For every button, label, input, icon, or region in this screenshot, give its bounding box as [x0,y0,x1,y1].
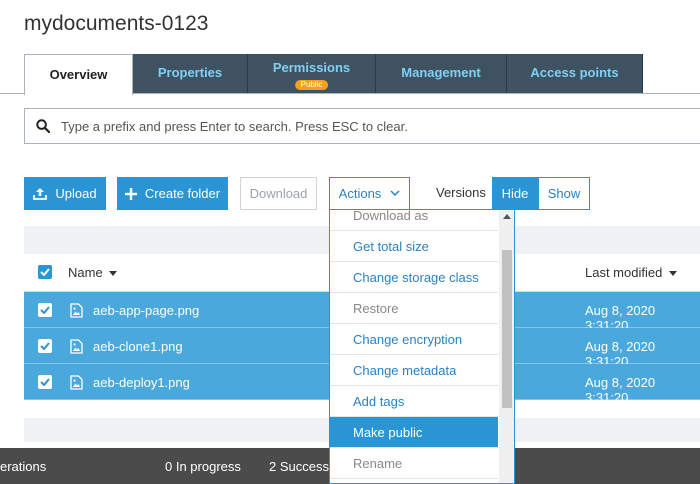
menu-item-add-tags[interactable]: Add tags [330,386,498,417]
tabs-divider [133,93,700,94]
row-checkbox[interactable] [38,375,52,389]
download-label: Download [249,186,308,201]
actions-label: Actions [338,186,382,201]
last-modified-label: Last modified [585,265,663,280]
tab-permissions[interactable]: Permissions Public [248,54,376,93]
menu-item-change-encryption[interactable]: Change encryption [330,324,498,355]
name-column-header[interactable]: Name [68,265,118,280]
file-name[interactable]: aeb-app-page.png [93,303,199,318]
sort-down-icon [668,271,677,277]
row-checkbox[interactable] [38,303,52,317]
search-input[interactable] [61,118,661,134]
success-count[interactable]: 2 Success [269,459,329,474]
file-name[interactable]: aeb-clone1.png [93,339,183,354]
page-title: mydocuments-0123 [24,12,209,35]
tab-properties[interactable]: Properties [133,54,248,93]
menu-item-download-as[interactable]: Download as [330,210,498,231]
menu-item-get-total-size[interactable]: Get total size [330,231,498,262]
chevron-down-icon [390,190,400,197]
tab-access-points-label: Access points [530,65,619,80]
menu-scrollbar[interactable] [499,210,514,483]
upload-icon [33,187,48,200]
select-all-checkbox[interactable] [38,265,52,279]
in-progress-count[interactable]: 0 In progress [165,459,241,474]
menu-item-change-metadata[interactable]: Change metadata [330,355,498,386]
scroll-up-arrow-icon[interactable] [503,214,511,219]
image-file-icon [70,339,83,357]
actions-dropdown-button[interactable]: Actions [329,177,410,210]
menu-item-change-storage-class[interactable]: Change storage class [330,262,498,293]
upload-button[interactable]: Upload [24,177,106,210]
operations-label[interactable]: erations [0,459,46,474]
tab-properties-label: Properties [157,65,223,80]
tab-management-label: Management [401,65,481,80]
menu-item-restore[interactable]: Restore [330,293,498,324]
tab-permissions-label: Permissions [272,60,351,75]
tab-overview-label: Overview [49,66,108,82]
sort-down-icon [109,271,118,277]
versions-show-toggle[interactable]: Show [538,177,590,210]
file-name[interactable]: aeb-deploy1.png [93,375,190,390]
last-modified-column-header[interactable]: Last modified [585,265,677,280]
show-label: Show [547,186,581,201]
actions-menu: Download as Get total size Change storag… [329,209,515,484]
versions-hide-toggle[interactable]: Hide [492,177,538,210]
name-column-label: Name [68,265,103,280]
row-checkbox[interactable] [38,339,52,353]
create-folder-button[interactable]: Create folder [117,177,228,210]
menu-item-make-public[interactable]: Make public [330,417,498,448]
plus-icon [124,187,137,200]
versions-label: Versions [436,185,486,200]
download-button[interactable]: Download [240,177,317,210]
image-file-icon [70,303,83,321]
tab-access-points[interactable]: Access points [507,54,643,93]
search-bar [24,108,700,144]
search-icon [25,119,61,133]
hide-label: Hide [501,186,529,201]
upload-label: Upload [55,186,97,201]
public-badge: Public [294,80,329,90]
file-modified: Aug 8, 2020 3:31:20 [585,375,656,405]
tab-management[interactable]: Management [376,54,507,93]
scrollbar-thumb[interactable] [502,250,512,408]
tab-overview[interactable]: Overview [24,54,133,95]
create-folder-label: Create folder [144,186,221,201]
menu-item-rename[interactable]: Rename [330,448,498,479]
tabs-divider-left [0,93,24,94]
image-file-icon [70,375,83,393]
